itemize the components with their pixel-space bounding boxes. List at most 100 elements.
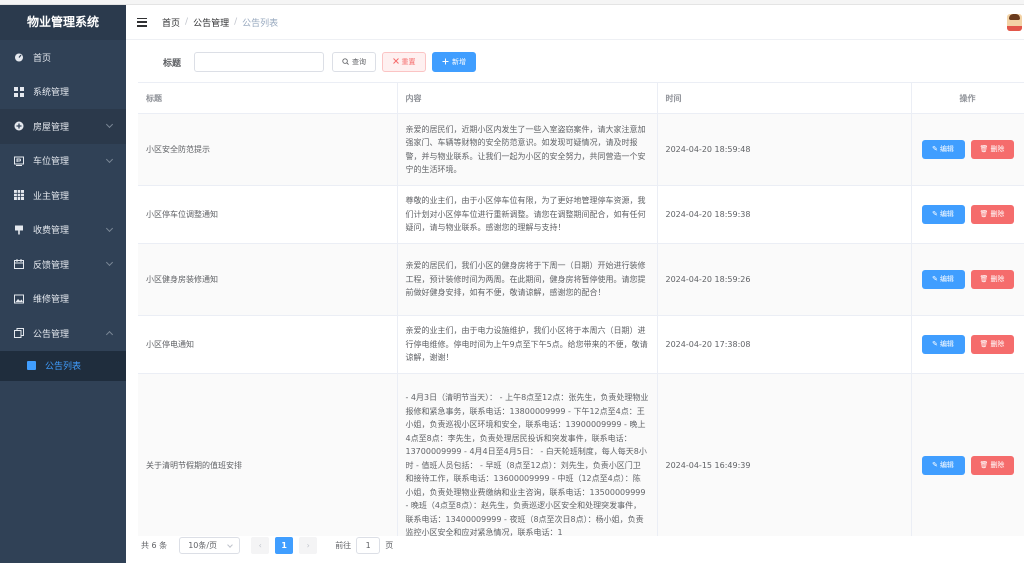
cell-title: 小区停电通知 — [138, 315, 398, 374]
delete-button[interactable]: 🗑 删除 — [970, 140, 1014, 159]
reset-button[interactable]: 重置 — [382, 52, 427, 72]
sidebar: 物业管理系统 首页 系统管理 房屋管理 车位管理 业主管理 收费管理 反馈管理 … — [0, 5, 126, 563]
app-title: 物业管理系统 — [0, 5, 126, 40]
cell-title: 小区安全防范提示 — [138, 113, 398, 186]
pin-icon — [14, 225, 24, 235]
notice-table: 标题 内容 时间 操作 小区安全防范提示 亲爱的居民们，近期小区内发生了一些入室… — [138, 82, 1024, 536]
sidebar-item-parking[interactable]: 车位管理 — [0, 144, 126, 179]
picture-icon — [14, 294, 24, 304]
table-row: 小区停电通知 亲爱的业主们，由于电力设施维护，我们小区将于本周六（日期）进行停电… — [138, 315, 1024, 374]
breadcrumb-home[interactable]: 首页 — [162, 16, 180, 29]
delete-button[interactable]: 🗑 删除 — [970, 205, 1014, 224]
delete-label: 删除 — [990, 274, 1005, 283]
cell-title: 关于清明节假期的值班安排 — [138, 373, 398, 536]
sidebar-item-label: 车位管理 — [33, 157, 70, 168]
add-button[interactable]: 新增 — [432, 52, 477, 72]
goto-suffix: 页 — [385, 540, 394, 550]
chevron-down-icon — [105, 224, 114, 232]
table-header-row: 标题 内容 时间 操作 — [138, 82, 1024, 114]
reset-button-label: 重置 — [401, 58, 416, 66]
sidebar-item-notice[interactable]: 公告管理 — [0, 316, 126, 351]
delete-button[interactable]: 🗑 删除 — [970, 456, 1014, 475]
grid-icon — [14, 86, 24, 97]
page-size-select[interactable]: 10条/页 — [179, 536, 241, 554]
table-icon — [14, 190, 24, 201]
next-page-button[interactable]: › — [299, 536, 318, 554]
cell-actions: ✎ 编辑 🗑 删除 — [911, 185, 1024, 244]
sidebar-item-owner[interactable]: 业主管理 — [0, 178, 126, 213]
sidebar-item-fee[interactable]: 收费管理 — [0, 213, 126, 248]
circle-plus-icon — [14, 121, 24, 131]
edit-icon: ✎ — [932, 209, 938, 218]
edit-label: 编辑 — [939, 209, 954, 218]
trash-icon: 🗑 — [979, 339, 989, 348]
pagination-total: 共 6 条 — [141, 540, 168, 550]
breadcrumb-separator: / — [185, 17, 189, 27]
cell-title: 小区停车位调整通知 — [138, 185, 398, 244]
edit-button[interactable]: ✎ 编辑 — [921, 205, 965, 224]
edit-button[interactable]: ✎ 编辑 — [921, 456, 965, 475]
delete-button[interactable]: 🗑 删除 — [970, 270, 1014, 289]
chevron-down-icon — [105, 120, 114, 129]
cell-content: 尊敬的业主们，由于小区停车位有限，为了更好地管理停车资源，我们计划对小区停车位进… — [397, 185, 658, 244]
page-number-active[interactable]: 1 — [275, 536, 294, 554]
search-button[interactable]: 查询 — [332, 52, 377, 72]
prev-page-button[interactable]: ‹ — [251, 536, 270, 554]
goto-page-input[interactable]: 1 — [356, 536, 381, 554]
sidebar-item-repair[interactable]: 维修管理 — [0, 282, 126, 317]
edit-label: 编辑 — [939, 144, 954, 153]
edit-label: 编辑 — [939, 339, 954, 348]
filter-title-label: 标题 — [163, 58, 182, 69]
breadcrumb-current: 公告列表 — [242, 18, 279, 29]
col-header-content: 内容 — [397, 82, 658, 114]
delete-label: 删除 — [990, 339, 1005, 348]
trash-icon: 🗑 — [979, 209, 989, 218]
sidebar-item-feedback[interactable]: 反馈管理 — [0, 247, 126, 282]
sidebar-subitem-notice-list[interactable]: 公告列表 — [0, 350, 126, 381]
cell-time: 2024-04-20 18:59:26 — [657, 243, 912, 316]
pagination: 共 6 条 10条/页 ‹ 1 › 前往 1 页 — [141, 536, 393, 554]
cell-title: 小区健身房装修通知 — [138, 243, 398, 316]
sidebar-item-label: 收费管理 — [33, 226, 70, 237]
delete-label: 删除 — [990, 460, 1005, 469]
cell-content: 亲爱的居民们，我们小区的健身房将于下周一（日期）开始进行装修工程，预计装修时间为… — [397, 243, 658, 316]
chevron-down-icon — [105, 258, 114, 267]
edit-button[interactable]: ✎ 编辑 — [921, 335, 965, 354]
trash-icon: 🗑 — [979, 274, 989, 283]
hamburger-icon[interactable] — [137, 17, 147, 27]
sidebar-item-label: 房屋管理 — [33, 122, 70, 133]
parking-icon — [14, 156, 24, 166]
edit-label: 编辑 — [939, 460, 954, 469]
sidebar-item-label: 公告管理 — [33, 329, 70, 340]
avatar[interactable] — [1007, 14, 1022, 31]
sidebar-item-house[interactable]: 房屋管理 — [0, 109, 126, 144]
search-button-label: 查询 — [352, 58, 367, 66]
cell-content: - 4月3日（清明节当天）： - 上午8点至12点：张先生，负责处理物业报修和紧… — [397, 373, 658, 536]
filter-bar: 标题 查询 重置 新增 — [163, 52, 482, 72]
cell-time: 2024-04-20 18:59:38 — [657, 185, 912, 244]
sidebar-subitem-label: 公告列表 — [45, 362, 82, 372]
calendar-icon — [14, 259, 24, 270]
edit-icon: ✎ — [932, 339, 938, 348]
table-row: 关于清明节假期的值班安排 - 4月3日（清明节当天）： - 上午8点至12点：张… — [138, 373, 1024, 536]
breadcrumb-parent[interactable]: 公告管理 — [193, 16, 229, 29]
edit-icon: ✎ — [932, 144, 938, 153]
edit-button[interactable]: ✎ 编辑 — [921, 270, 965, 289]
cell-actions: ✎ 编辑 🗑 删除 — [911, 315, 1024, 374]
sidebar-item-system[interactable]: 系统管理 — [0, 75, 126, 110]
cell-actions: ✎ 编辑 🗑 删除 — [911, 113, 1024, 186]
navbar: 首页 / 公告管理 / 公告列表 — [126, 5, 1024, 40]
page-size-value: 10条/页 — [188, 540, 218, 550]
table-row: 小区停车位调整通知 尊敬的业主们，由于小区停车位有限，为了更好地管理停车资源，我… — [138, 185, 1024, 244]
breadcrumb-separator: / — [234, 17, 238, 27]
cell-time: 2024-04-15 16:49:39 — [657, 373, 912, 536]
edit-icon: ✎ — [932, 274, 938, 283]
edit-button[interactable]: ✎ 编辑 — [921, 140, 965, 159]
title-search-input[interactable] — [194, 52, 325, 72]
search-icon — [342, 57, 349, 67]
cell-actions: ✎ 编辑 🗑 删除 — [911, 243, 1024, 316]
sidebar-item-home[interactable]: 首页 — [0, 40, 126, 75]
delete-button[interactable]: 🗑 删除 — [970, 335, 1014, 354]
dashboard-icon — [14, 52, 24, 62]
cell-time: 2024-04-20 17:38:08 — [657, 315, 912, 374]
